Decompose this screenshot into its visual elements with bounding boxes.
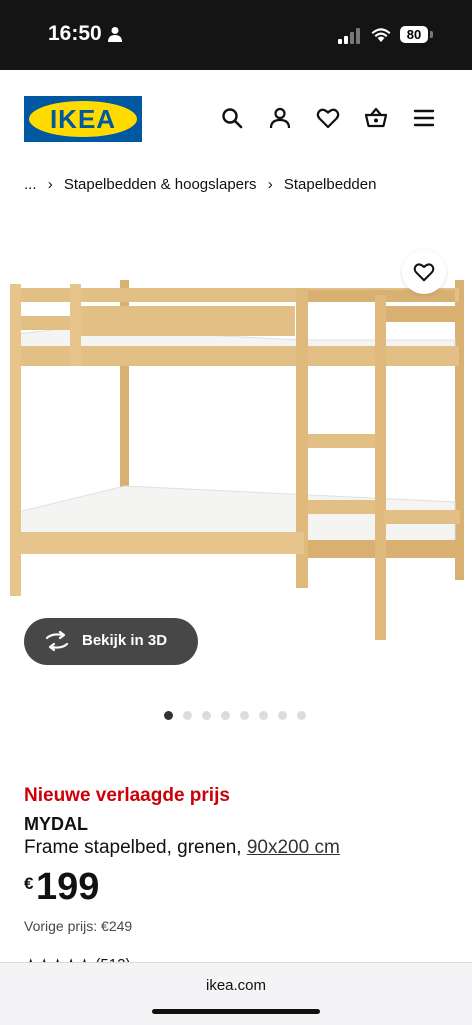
carousel-dot[interactable] bbox=[221, 711, 230, 720]
carousel-dot[interactable] bbox=[259, 711, 268, 720]
carousel-dot[interactable] bbox=[297, 711, 306, 720]
browser-url-bar[interactable]: ikea.com bbox=[0, 962, 472, 1025]
status-bar: 16:50 80 bbox=[0, 0, 472, 70]
battery-indicator: 80 bbox=[400, 26, 428, 43]
heart-icon bbox=[413, 263, 435, 282]
price-currency: € bbox=[24, 874, 34, 893]
favourite-button[interactable] bbox=[402, 250, 446, 294]
price-value: 199 bbox=[36, 866, 100, 908]
heart-icon[interactable] bbox=[316, 106, 340, 130]
product-description-text: Frame stapelbed, grenen, bbox=[24, 837, 247, 858]
url-text[interactable]: ikea.com bbox=[0, 977, 472, 994]
status-time: 16:50 bbox=[48, 22, 102, 45]
search-icon[interactable] bbox=[220, 106, 244, 130]
carousel-dot[interactable] bbox=[183, 711, 192, 720]
promo-label: Nieuwe verlaagde prijs bbox=[24, 785, 230, 806]
product-size-link[interactable]: 90x200 cm bbox=[247, 837, 340, 858]
person-icon bbox=[108, 27, 122, 42]
previous-price: Vorige prijs: €249 bbox=[24, 918, 133, 934]
carousel-dot[interactable] bbox=[278, 711, 287, 720]
breadcrumb: ... › Stapelbedden & hoogslapers › Stape… bbox=[24, 175, 376, 193]
product-name: MYDAL bbox=[24, 814, 88, 834]
rotate-3d-icon bbox=[45, 630, 69, 652]
carousel-dot[interactable] bbox=[164, 711, 173, 720]
wifi-icon bbox=[371, 28, 391, 42]
carousel-dot[interactable] bbox=[240, 711, 249, 720]
battery-cap bbox=[430, 31, 433, 38]
chevron-right-icon: › bbox=[267, 175, 273, 193]
chevron-right-icon: › bbox=[47, 175, 53, 193]
menu-icon[interactable] bbox=[412, 106, 436, 130]
breadcrumb-item-ellipsis[interactable]: ... bbox=[24, 176, 37, 193]
ikea-logo[interactable]: IKEA bbox=[24, 96, 142, 142]
home-indicator bbox=[152, 1009, 320, 1014]
breadcrumb-item-bunk-beds[interactable]: Stapelbedden bbox=[284, 176, 377, 193]
breadcrumb-item-bunk-beds-lofts[interactable]: Stapelbedden & hoogslapers bbox=[64, 176, 257, 193]
product-description: Frame stapelbed, grenen, 90x200 cm bbox=[24, 837, 340, 859]
site-header: IKEA bbox=[0, 70, 472, 170]
view-in-3d-button[interactable]: Bekijk in 3D bbox=[24, 618, 198, 665]
signal-icon bbox=[338, 28, 360, 44]
logo-text: IKEA bbox=[49, 104, 117, 134]
basket-icon[interactable] bbox=[364, 106, 388, 130]
view-in-3d-label: Bekijk in 3D bbox=[82, 632, 168, 649]
carousel-dot[interactable] bbox=[202, 711, 211, 720]
account-icon[interactable] bbox=[268, 106, 292, 130]
